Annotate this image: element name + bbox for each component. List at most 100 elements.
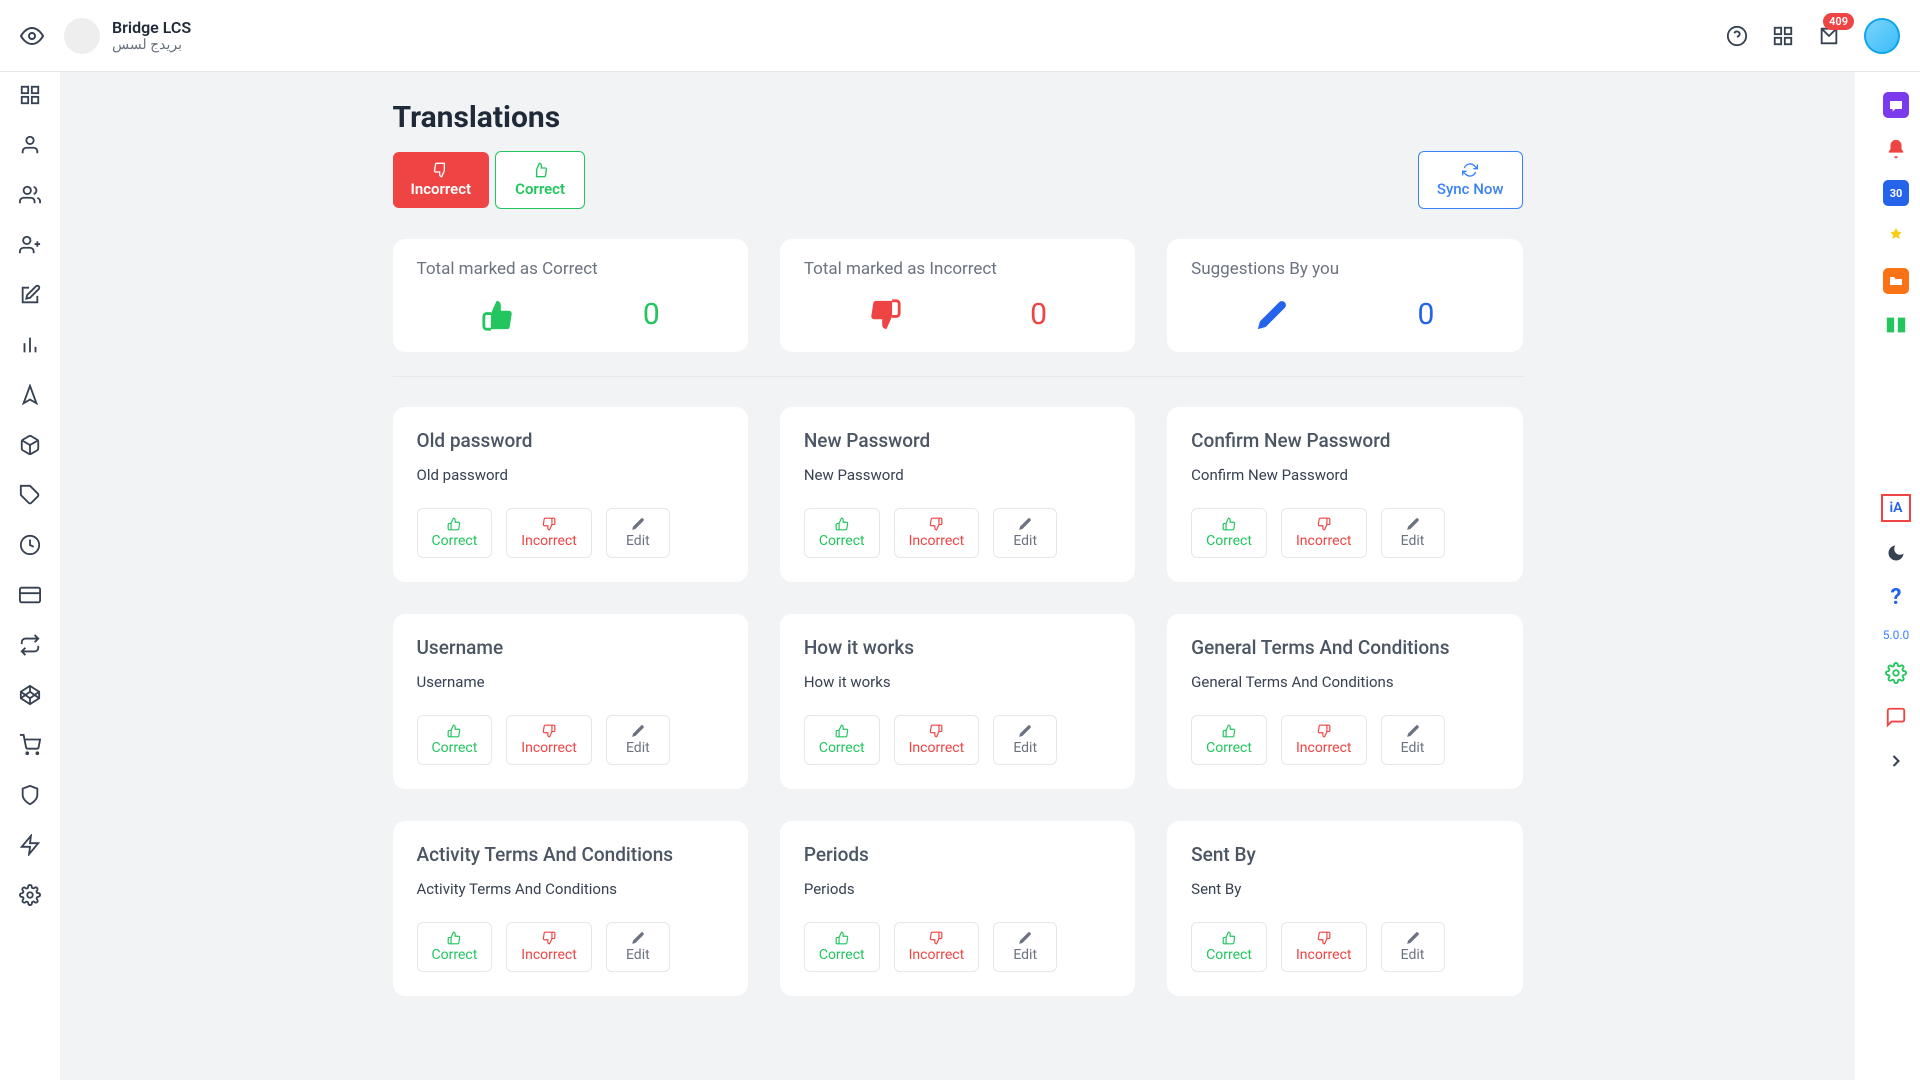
translation-card: New Password New Password Correct Incorr… <box>780 407 1135 582</box>
translation-card: Confirm New Password Confirm New Passwor… <box>1167 407 1522 582</box>
preview-icon[interactable] <box>20 24 44 48</box>
brand[interactable]: Bridge LCS بريدج لسس <box>64 18 191 54</box>
thumb-down-icon <box>1317 931 1331 945</box>
translation-cards-grid: Old password Old password Correct Incorr… <box>393 407 1523 996</box>
edit-button[interactable]: Edit <box>606 508 670 558</box>
correct-button[interactable]: Correct <box>804 922 880 972</box>
thumb-up-icon <box>447 931 461 945</box>
correct-button[interactable]: Correct <box>804 715 880 765</box>
book-icon[interactable] <box>1883 312 1909 338</box>
pencil-icon <box>1018 724 1032 738</box>
card-title: Sent By <box>1191 843 1498 866</box>
correct-button[interactable]: Correct <box>1191 508 1267 558</box>
inbox-icon[interactable]: 409 <box>1818 25 1840 47</box>
help-question-icon[interactable]: ? <box>1883 584 1909 610</box>
avatar[interactable] <box>1864 18 1900 54</box>
apps-icon[interactable] <box>1772 25 1794 47</box>
card-subtitle: Activity Terms And Conditions <box>417 880 724 898</box>
thumb-down-icon <box>929 517 943 531</box>
dark-mode-toggle[interactable] <box>1883 540 1909 566</box>
edit-button[interactable]: Edit <box>1381 715 1445 765</box>
user-icon[interactable] <box>19 134 41 156</box>
edit-button[interactable]: Edit <box>606 922 670 972</box>
notification-bell-icon[interactable] <box>1883 136 1909 162</box>
incorrect-button[interactable]: Incorrect <box>894 922 980 972</box>
pencil-icon <box>1018 931 1032 945</box>
pencil-icon <box>1406 931 1420 945</box>
chat-icon[interactable] <box>1883 704 1909 730</box>
thumb-down-icon <box>868 298 902 332</box>
brand-subtitle: بريدج لسس <box>112 37 191 53</box>
incorrect-button[interactable]: Incorrect <box>1281 715 1367 765</box>
edit-button[interactable]: Edit <box>993 715 1057 765</box>
pencil-icon <box>1018 517 1032 531</box>
card-title: How it works <box>804 636 1111 659</box>
correct-button[interactable]: Correct <box>1191 715 1267 765</box>
codepen-icon[interactable] <box>19 684 41 706</box>
translation-card: General Terms And Conditions General Ter… <box>1167 614 1522 789</box>
expand-icon[interactable] <box>1883 748 1909 774</box>
incorrect-button[interactable]: Incorrect <box>1281 922 1367 972</box>
package-icon[interactable] <box>19 434 41 456</box>
filter-incorrect-button[interactable]: Incorrect <box>393 152 490 208</box>
help-icon[interactable] <box>1726 25 1748 47</box>
users-icon[interactable] <box>19 184 41 206</box>
correct-button[interactable]: Correct <box>417 922 493 972</box>
correct-button[interactable]: Correct <box>1191 922 1267 972</box>
feedback-icon[interactable] <box>1883 92 1909 118</box>
thumb-down-icon <box>542 931 556 945</box>
left-sidebar <box>0 72 60 1080</box>
incorrect-button[interactable]: Incorrect <box>1281 508 1367 558</box>
incorrect-button[interactable]: Incorrect <box>506 508 592 558</box>
card-title: Old password <box>417 429 724 452</box>
language-toggle[interactable]: iA <box>1881 494 1911 522</box>
edit-button[interactable]: Edit <box>993 922 1057 972</box>
settings-icon[interactable] <box>19 884 41 906</box>
edit-button[interactable]: Edit <box>606 715 670 765</box>
incorrect-button[interactable]: Incorrect <box>894 508 980 558</box>
translation-card: Sent By Sent By Correct Incorrect Edit <box>1167 821 1522 996</box>
card-icon[interactable] <box>19 584 41 606</box>
translation-card: Username Username Correct Incorrect Edit <box>393 614 748 789</box>
edit-button[interactable]: Edit <box>1381 922 1445 972</box>
filter-correct-button[interactable]: Correct <box>495 151 585 209</box>
dashboard-icon[interactable] <box>19 84 41 106</box>
correct-button[interactable]: Correct <box>417 715 493 765</box>
badge-icon[interactable] <box>1883 224 1909 250</box>
gear-icon[interactable] <box>1883 660 1909 686</box>
shield-icon[interactable] <box>19 784 41 806</box>
translation-card: Periods Periods Correct Incorrect Edit <box>780 821 1135 996</box>
sync-icon <box>1462 162 1478 178</box>
add-user-icon[interactable] <box>19 234 41 256</box>
tag-icon[interactable] <box>19 484 41 506</box>
zap-icon[interactable] <box>19 834 41 856</box>
stat-card: Total marked as Correct 0 <box>393 239 748 352</box>
divider <box>393 376 1523 377</box>
card-title: Activity Terms And Conditions <box>417 843 724 866</box>
thumb-up-icon <box>835 931 849 945</box>
card-subtitle: Sent By <box>1191 880 1498 898</box>
incorrect-button[interactable]: Incorrect <box>894 715 980 765</box>
clock-icon[interactable] <box>19 534 41 556</box>
sync-now-button[interactable]: Sync Now <box>1418 151 1523 209</box>
folder-icon[interactable] <box>1883 268 1909 294</box>
right-sidebar: 30 iA ? 5.0.0 <box>1872 72 1920 1080</box>
cart-icon[interactable] <box>19 734 41 756</box>
translation-card: Old password Old password Correct Incorr… <box>393 407 748 582</box>
brand-logo <box>64 18 100 54</box>
calendar-icon[interactable]: 30 <box>1883 180 1909 206</box>
edit-button[interactable]: Edit <box>993 508 1057 558</box>
incorrect-button[interactable]: Incorrect <box>506 715 592 765</box>
chart-icon[interactable] <box>19 334 41 356</box>
thumb-up-icon <box>532 162 548 178</box>
correct-button[interactable]: Correct <box>417 508 493 558</box>
refresh-icon[interactable] <box>19 634 41 656</box>
correct-button[interactable]: Correct <box>804 508 880 558</box>
edit-icon[interactable] <box>19 284 41 306</box>
incorrect-button[interactable]: Incorrect <box>506 922 592 972</box>
main-content: Translations Incorrect Correct Sync Now … <box>60 72 1855 1080</box>
thumb-up-icon <box>447 517 461 531</box>
navigation-icon[interactable] <box>19 384 41 406</box>
edit-button[interactable]: Edit <box>1381 508 1445 558</box>
thumb-down-icon <box>929 724 943 738</box>
